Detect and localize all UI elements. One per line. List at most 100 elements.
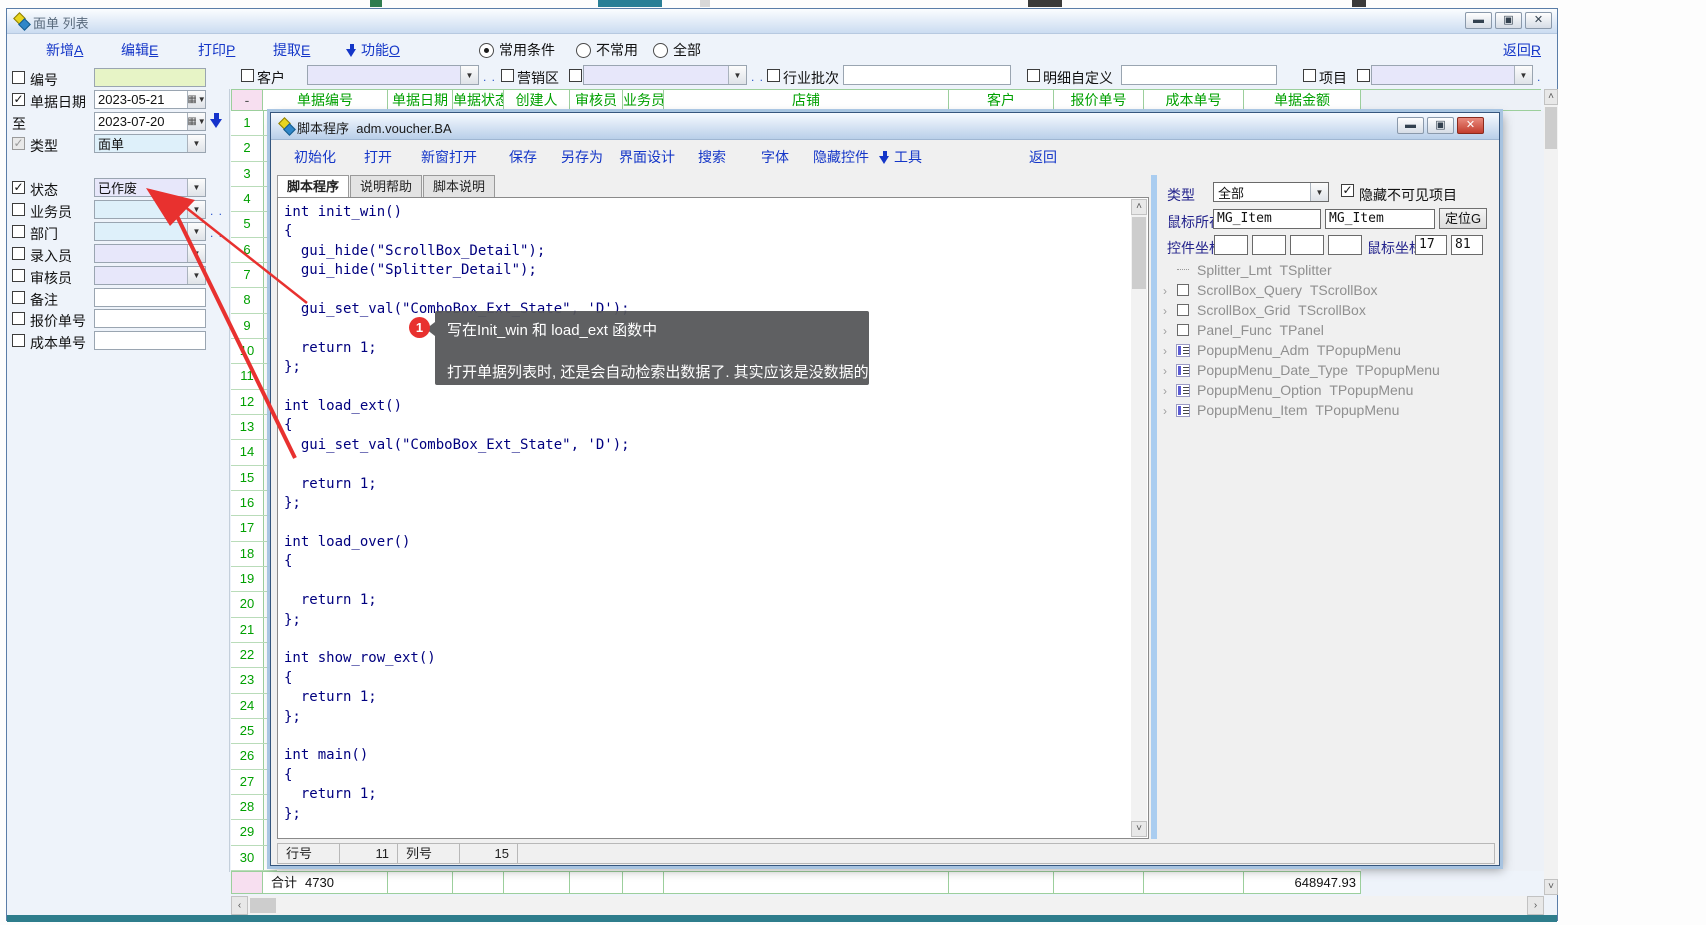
industry-batch-input[interactable]: [843, 65, 1011, 85]
horizontal-scrollbar[interactable]: ‹ ›: [231, 896, 1544, 915]
scrollbar-thumb[interactable]: [250, 898, 276, 913]
scroll-down-button[interactable]: ˅: [1131, 821, 1147, 837]
ui-design-button[interactable]: 界面设计: [619, 147, 675, 167]
dialog-minimize-button[interactable]: ▬: [1397, 117, 1424, 134]
filter-field[interactable]: 2023-05-21 ▦▼: [94, 90, 206, 109]
filter-field[interactable]: [94, 331, 206, 350]
grid-header-cell[interactable]: 审核员: [570, 89, 623, 111]
combo-dropdown-button[interactable]: ▼: [187, 179, 205, 196]
search-button[interactable]: 搜索: [698, 147, 726, 167]
combo-dropdown-button[interactable]: ▼: [187, 135, 205, 152]
filter-checkbox[interactable]: [12, 291, 25, 304]
grid-header-cell[interactable]: 单据日期: [388, 89, 453, 111]
extract-button[interactable]: 提取E: [273, 40, 310, 60]
mouse-x-input[interactable]: 17: [1415, 235, 1447, 255]
filter-checkbox[interactable]: [12, 269, 25, 282]
dialog-close-button[interactable]: ✕: [1457, 117, 1484, 134]
combo-dropdown-button[interactable]: ▼: [187, 223, 205, 240]
grid-header-cell[interactable]: 单据状态: [453, 89, 504, 111]
detail-custom-checkbox[interactable]: [1027, 69, 1040, 82]
ellipsis-button[interactable]: . .: [210, 204, 223, 218]
save-button[interactable]: 保存: [509, 147, 537, 167]
expander-icon[interactable]: ›: [1163, 284, 1167, 298]
radio-all[interactable]: 全部: [653, 40, 701, 60]
expander-icon[interactable]: ›: [1163, 304, 1167, 318]
control-w-input[interactable]: [1290, 235, 1324, 255]
open-new-window-button[interactable]: 新窗打开: [421, 147, 477, 167]
customer-checkbox[interactable]: [241, 69, 254, 82]
radio-common-conditions[interactable]: 常用条件: [479, 40, 555, 60]
combo-dropdown-button[interactable]: ▼: [728, 66, 746, 84]
control-y-input[interactable]: [1252, 235, 1286, 255]
tab[interactable]: 脚本程序: [277, 175, 349, 198]
combo-dropdown-button[interactable]: ▼: [187, 267, 205, 284]
expander-icon[interactable]: ›: [1163, 404, 1167, 418]
type-combo[interactable]: 全部 ▼: [1213, 182, 1329, 202]
combo-dropdown-button[interactable]: ▼: [187, 201, 205, 218]
mouse-over-control-input[interactable]: MG_Item: [1213, 209, 1321, 229]
scroll-left-button[interactable]: ‹: [231, 896, 248, 915]
grid-header-cell[interactable]: -: [231, 89, 263, 111]
close-button[interactable]: ✕: [1525, 12, 1552, 29]
filter-field[interactable]: 面单 ▼: [94, 134, 206, 153]
expander-icon[interactable]: ›: [1163, 364, 1167, 378]
locate-button[interactable]: 定位G: [1439, 208, 1487, 229]
combo-dropdown-button[interactable]: ▼: [187, 245, 205, 262]
features-menu-button[interactable]: 功能O: [346, 40, 400, 60]
tree-item[interactable]: › PopupMenu_Date_Type TPopupMenu: [1159, 361, 1495, 381]
tree-item[interactable]: › PopupMenu_Option TPopupMenu: [1159, 381, 1495, 401]
tree-item[interactable]: › PopupMenu_Adm TPopupMenu: [1159, 341, 1495, 361]
panel-splitter[interactable]: [1151, 175, 1157, 839]
save-as-button[interactable]: 另存为: [561, 147, 603, 167]
filter-checkbox[interactable]: [12, 247, 25, 260]
project-checkbox[interactable]: [1303, 69, 1316, 82]
scroll-down-button[interactable]: ˅: [1544, 879, 1558, 895]
dialog-maximize-button[interactable]: ▣: [1427, 117, 1454, 134]
ellipsis-button[interactable]: . .: [483, 70, 496, 84]
scroll-up-button[interactable]: ˄: [1131, 199, 1147, 215]
grid-header-cell[interactable]: 店铺: [664, 89, 949, 111]
editor-vertical-scrollbar[interactable]: ˄ ˅: [1131, 199, 1147, 837]
detail-custom-input[interactable]: [1121, 65, 1277, 85]
extra-filter-checkbox[interactable]: [1357, 69, 1370, 82]
filter-field[interactable]: ▼: [94, 222, 206, 241]
tree-item[interactable]: Splitter_Lmt TSplitter: [1159, 261, 1495, 281]
selected-control-input[interactable]: MG_Item: [1325, 209, 1435, 229]
filter-field[interactable]: 已作废 ▼: [94, 178, 206, 197]
open-button[interactable]: 打开: [364, 147, 392, 167]
new-button[interactable]: 新增A: [46, 40, 83, 60]
vertical-scrollbar[interactable]: ˄ ˅: [1544, 89, 1558, 895]
control-h-input[interactable]: [1328, 235, 1362, 255]
grid-header-cell[interactable]: 创建人: [504, 89, 570, 111]
region-value-checkbox[interactable]: [569, 69, 582, 82]
tab[interactable]: 说明帮助: [350, 175, 422, 197]
filter-field[interactable]: ▼: [94, 200, 206, 219]
grid-header-cell[interactable]: 客户: [949, 89, 1054, 111]
filter-checkbox[interactable]: [12, 334, 25, 347]
filter-checkbox[interactable]: [12, 312, 25, 325]
region-checkbox[interactable]: [501, 69, 514, 82]
radio-uncommon[interactable]: 不常用: [576, 40, 638, 60]
combo-dropdown-button[interactable]: ▼: [1310, 183, 1328, 201]
edit-button[interactable]: 编辑E: [121, 40, 158, 60]
tab[interactable]: 脚本说明: [423, 175, 495, 197]
tree-item[interactable]: › ScrollBox_Query TScrollBox: [1159, 281, 1495, 301]
expander-icon[interactable]: ›: [1163, 324, 1167, 338]
filter-field[interactable]: [94, 309, 206, 328]
ellipsis-button[interactable]: . .: [751, 70, 764, 84]
filter-field[interactable]: 2023-07-20 ▦▼: [94, 112, 206, 131]
control-x-input[interactable]: [1214, 235, 1248, 255]
font-button[interactable]: 字体: [761, 147, 789, 167]
filter-checkbox[interactable]: [12, 203, 25, 216]
grid-header-cell[interactable]: 报价单号: [1054, 89, 1144, 111]
tree-item[interactable]: › PopupMenu_Item TPopupMenu: [1159, 401, 1495, 421]
minimize-button[interactable]: ▬: [1465, 12, 1492, 29]
grid-header-cell[interactable]: 业务员: [623, 89, 664, 111]
combo-dropdown-button[interactable]: ▼: [460, 66, 478, 84]
tools-menu-button[interactable]: 工具: [879, 147, 922, 167]
region-combo[interactable]: ▼: [583, 65, 747, 85]
back-button[interactable]: 返回R: [1503, 40, 1541, 60]
hide-controls-button[interactable]: 隐藏控件: [813, 147, 869, 167]
print-button[interactable]: 打印P: [198, 40, 235, 60]
grid-header-cell[interactable]: 单据编号: [263, 89, 388, 111]
